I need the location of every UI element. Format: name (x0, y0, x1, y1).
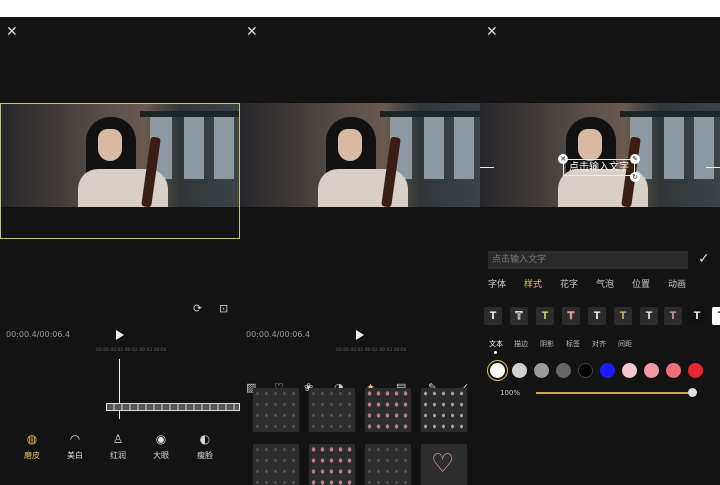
text-style-preset[interactable]: T (588, 307, 606, 325)
text-style-preset[interactable]: T (562, 307, 580, 325)
color-swatch[interactable] (644, 363, 659, 378)
text-style-preset[interactable]: T (688, 307, 706, 325)
text-tabs: 字体 样式 花字 气泡 位置 动画 (488, 277, 712, 291)
text-panel: ✕ 点击输入文字 ✕ ✎ ↻ 点击输入文字 ✓ 字体 样式 花字 气泡 位置 动… (480, 17, 720, 485)
whiten-icon: ◠ (69, 432, 81, 446)
effects-panel: ✕ 00:00.4/00:06.4 00:00 00:01 00:02 00:0… (240, 17, 480, 485)
status-strip (0, 0, 720, 17)
subtab-shadow[interactable]: 阴影 (540, 339, 554, 349)
tool-label: 大眼 (153, 451, 169, 460)
subtab-text[interactable]: 文本 (489, 339, 503, 349)
effect-thumb[interactable] (365, 388, 411, 432)
rosy-icon: ♙ (112, 432, 124, 446)
color-swatch[interactable] (512, 363, 527, 378)
color-swatch[interactable] (600, 363, 615, 378)
subtab-align[interactable]: 对齐 (592, 339, 606, 349)
tool-label: 瘦脸 (197, 451, 213, 460)
color-swatch[interactable] (556, 363, 571, 378)
tool-eye[interactable]: ◉ 大眼 (143, 432, 179, 461)
tab-position[interactable]: 位置 (632, 277, 650, 290)
color-swatch[interactable] (534, 363, 549, 378)
opacity-slider[interactable] (536, 392, 692, 394)
smooth-icon: ◍ (26, 432, 38, 446)
subtab-stroke[interactable]: 描边 (514, 339, 528, 349)
slider-knob[interactable] (688, 388, 697, 397)
guide-line (706, 167, 720, 168)
heart-icon: ♡ (431, 449, 455, 479)
confirm-check-icon[interactable]: ✓ (698, 251, 710, 267)
color-swatch[interactable] (688, 363, 703, 378)
clip-track[interactable] (106, 403, 240, 411)
time-ruler: 00:00 00:01 00:02 00:03 00:04 (96, 348, 167, 353)
rotate-handle-icon[interactable]: ↻ (630, 172, 640, 182)
text-style-preset[interactable]: T (484, 307, 502, 325)
tool-smooth[interactable]: ◍ 磨皮 (14, 432, 50, 461)
color-swatch[interactable] (578, 363, 593, 378)
text-style-preset[interactable]: T (664, 307, 682, 325)
close-icon[interactable]: ✕ (486, 25, 500, 39)
screenshot: ✕ ⟳ ⊡ 00:00.4/00:06.4 00:00 00:01 00:02 … (0, 0, 720, 485)
effect-thumb[interactable] (309, 388, 355, 432)
edit-handle-icon[interactable]: ✎ (630, 154, 640, 164)
effect-thumb[interactable] (365, 444, 411, 485)
tab-flower[interactable]: 花字 (560, 277, 578, 290)
text-style-preset[interactable]: T (712, 307, 720, 325)
text-input[interactable]: 点击输入文字 (488, 251, 688, 269)
color-swatch[interactable] (666, 363, 681, 378)
effect-thumb[interactable] (253, 444, 299, 485)
opacity-value: 100% (500, 389, 521, 397)
delete-handle-icon[interactable]: ✕ (558, 154, 568, 164)
selection-frame (0, 103, 240, 239)
eye-icon: ◉ (155, 432, 167, 446)
time-display: 00:00.4/00:06.4 (246, 330, 311, 339)
tab-style[interactable]: 样式 (524, 277, 542, 290)
color-swatch-white[interactable] (490, 363, 505, 378)
time-display: 00:00.4/00:06.4 (6, 330, 71, 339)
effect-thumb[interactable] (253, 388, 299, 432)
effect-thumb[interactable] (309, 444, 355, 485)
effect-thumb[interactable]: ♡ (421, 444, 467, 485)
tool-rosy[interactable]: ♙ 红润 (100, 432, 136, 461)
subtab-label[interactable]: 标签 (566, 339, 580, 349)
lock-icon[interactable]: ⊡ (219, 302, 228, 315)
video-preview (240, 103, 480, 207)
tool-label: 美白 (67, 451, 83, 460)
beauty-panel: ✕ ⟳ ⊡ 00:00.4/00:06.4 00:00 00:01 00:02 … (0, 17, 240, 485)
close-icon[interactable]: ✕ (6, 25, 20, 39)
text-style-preset[interactable]: T (640, 307, 658, 325)
refresh-icon[interactable]: ⟳ (193, 302, 202, 315)
tool-label: 磨皮 (24, 451, 40, 460)
effect-thumb[interactable] (421, 388, 467, 432)
text-style-preset[interactable]: T (614, 307, 632, 325)
tab-animation[interactable]: 动画 (668, 277, 686, 290)
play-button[interactable] (356, 330, 364, 340)
time-ruler: 00:00 00:01 00:02 00:03 00:04 (336, 348, 407, 353)
text-overlay[interactable]: 点击输入文字 (563, 159, 635, 176)
text-style-preset[interactable]: T (510, 307, 528, 325)
subtab-indicator (494, 351, 497, 354)
tool-face[interactable]: ◐ 瘦脸 (187, 432, 223, 461)
close-icon[interactable]: ✕ (246, 25, 260, 39)
color-swatch[interactable] (622, 363, 637, 378)
tool-whiten[interactable]: ◠ 美白 (57, 432, 93, 461)
video-preview (480, 103, 720, 207)
subtab-spacing[interactable]: 间距 (618, 339, 632, 349)
play-button[interactable] (116, 330, 124, 340)
face-icon: ◐ (199, 432, 211, 446)
text-style-preset[interactable]: T (536, 307, 554, 325)
guide-line (480, 167, 494, 168)
tab-font[interactable]: 字体 (488, 277, 506, 290)
tab-bubble[interactable]: 气泡 (596, 277, 614, 290)
tool-label: 红润 (110, 451, 126, 460)
